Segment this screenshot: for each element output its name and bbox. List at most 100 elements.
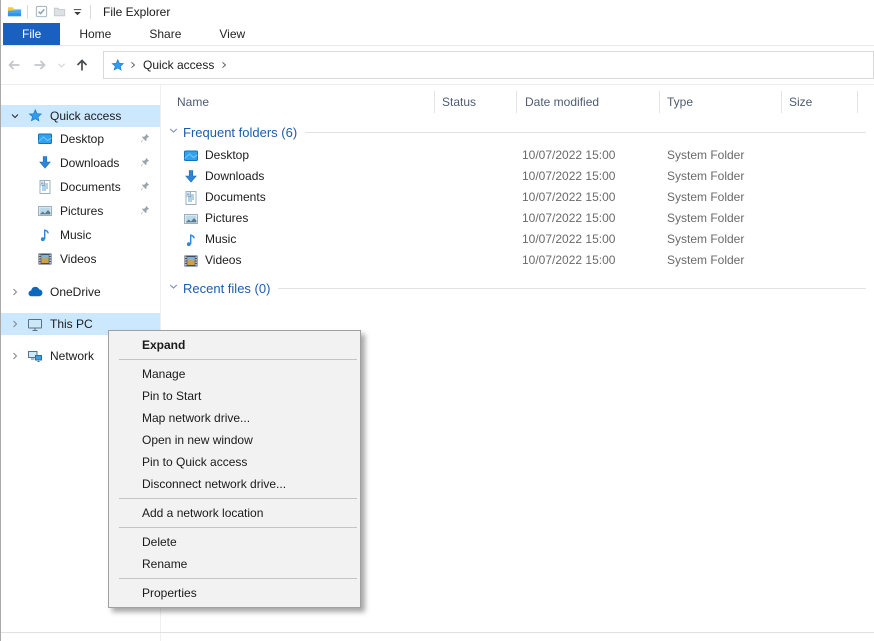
explorer-logo-icon [5, 3, 23, 20]
file-size-cell [781, 166, 858, 187]
chevron-down-icon[interactable] [9, 110, 27, 122]
file-date-cell: 10/07/2022 15:00 [516, 208, 659, 229]
quick-access-star-icon [110, 58, 125, 73]
new-folder-icon[interactable] [50, 3, 68, 20]
address-box[interactable]: Quick access [103, 51, 874, 79]
back-icon[interactable] [1, 52, 27, 78]
file-type-cell: System Folder [659, 250, 781, 271]
menu-separator [119, 578, 357, 579]
tab-view[interactable]: View [200, 23, 264, 45]
file-status-cell [434, 166, 516, 187]
sidebar-item-label: Documents [60, 180, 138, 194]
table-row-documents[interactable]: Documents10/07/2022 15:00System Folder [161, 187, 874, 208]
group-header-label: Frequent folders (6) [183, 125, 297, 140]
sidebar-item-pictures[interactable]: Pictures [1, 199, 160, 223]
pin-icon [138, 204, 152, 218]
sidebar-item-label: Desktop [60, 132, 138, 146]
tab-file[interactable]: File [3, 23, 60, 45]
file-name-cell: Videos [161, 250, 434, 271]
sidebar-item-label: Quick access [50, 109, 160, 123]
documents-icon [183, 190, 199, 206]
pin-icon [138, 180, 152, 194]
table-row-pictures[interactable]: Pictures10/07/2022 15:00System Folder [161, 208, 874, 229]
sidebar-item-label: Pictures [60, 204, 138, 218]
file-date-cell: 10/07/2022 15:00 [516, 229, 659, 250]
tab-home[interactable]: Home [60, 23, 130, 45]
chevron-right-icon[interactable] [9, 318, 27, 330]
group-rule [305, 132, 866, 133]
file-type-cell: System Folder [659, 166, 781, 187]
breadcrumb-quick-access[interactable]: Quick access [143, 58, 214, 72]
menu-item-pin-to-start[interactable]: Pin to Start [109, 385, 360, 407]
file-size-cell [781, 250, 858, 271]
file-date-cell: 10/07/2022 15:00 [516, 145, 659, 166]
up-icon[interactable] [69, 52, 95, 78]
group-chevron-icon[interactable] [167, 280, 183, 296]
sidebar-item-label: This PC [50, 317, 160, 331]
table-row-downloads[interactable]: Downloads10/07/2022 15:00System Folder [161, 166, 874, 187]
file-size-cell [781, 229, 858, 250]
group-chevron-icon[interactable] [167, 124, 183, 140]
menu-item-delete[interactable]: Delete [109, 531, 360, 553]
sidebar-item-documents[interactable]: Documents [1, 175, 160, 199]
quick-access-star-icon [27, 108, 43, 124]
titlebar-separator [90, 5, 91, 19]
sidebar-item-music[interactable]: Music [1, 223, 160, 247]
menu-item-manage[interactable]: Manage [109, 363, 360, 385]
tab-share[interactable]: Share [130, 23, 200, 45]
menu-item-rename[interactable]: Rename [109, 553, 360, 575]
group-rows: Desktop10/07/2022 15:00System FolderDown… [161, 145, 874, 271]
music-icon [183, 232, 199, 248]
file-name: Videos [205, 250, 241, 271]
menu-item-open-in-new-window[interactable]: Open in new window [109, 429, 360, 451]
sidebar-item-onedrive[interactable]: OneDrive [1, 281, 160, 303]
recent-locations-icon[interactable] [53, 52, 69, 78]
column-header-status[interactable]: Status [434, 91, 516, 113]
this-pc-icon [27, 316, 43, 332]
file-status-cell [434, 187, 516, 208]
menu-item-map-network-drive[interactable]: Map network drive... [109, 407, 360, 429]
file-size-cell [781, 187, 858, 208]
table-row-videos[interactable]: Videos 10/07/2022 15:00System Folder [161, 250, 874, 271]
customize-qat-icon[interactable] [68, 3, 86, 20]
column-header-size[interactable]: Size [781, 91, 858, 113]
sidebar-item-downloads[interactable]: Downloads [1, 151, 160, 175]
column-header-name[interactable]: Name [161, 91, 434, 113]
sidebar-item-videos[interactable]: Videos [1, 247, 160, 271]
table-row-music[interactable]: Music 10/07/2022 15:00System Folder [161, 229, 874, 250]
menu-item-pin-to-quick-access[interactable]: Pin to Quick access [109, 451, 360, 473]
breadcrumb-chevron-icon[interactable] [216, 59, 232, 71]
column-header-date-modified[interactable]: Date modified [516, 91, 659, 113]
file-status-cell [434, 250, 516, 271]
file-status-cell [434, 208, 516, 229]
group-header-recent-files-0-[interactable]: Recent files (0) [161, 277, 874, 299]
menu-item-properties[interactable]: Properties [109, 582, 360, 604]
menu-item-expand[interactable]: Expand [109, 334, 360, 356]
file-name: Music [205, 229, 236, 250]
group-header-label: Recent files (0) [183, 281, 270, 296]
address-bar: Quick access [1, 46, 874, 85]
menu-separator [119, 498, 357, 499]
file-date-cell: 10/07/2022 15:00 [516, 250, 659, 271]
chevron-right-icon[interactable] [9, 286, 27, 298]
chevron-right-icon[interactable] [9, 350, 27, 362]
sidebar-item-label: OneDrive [50, 285, 160, 299]
column-header-type[interactable]: Type [659, 91, 781, 113]
group-header-frequent-folders-6-[interactable]: Frequent folders (6) [161, 121, 874, 143]
file-type-cell: System Folder [659, 229, 781, 250]
this-pc-context-menu: Expand ManagePin to StartMap network driv… [108, 330, 361, 608]
sidebar-item-desktop[interactable]: Desktop [1, 127, 160, 151]
breadcrumb-chevron-icon[interactable] [125, 59, 141, 71]
menu-separator [119, 359, 357, 360]
sidebar-item-quick-access[interactable]: Quick access [1, 105, 160, 127]
forward-icon[interactable] [27, 52, 53, 78]
file-status-cell [434, 145, 516, 166]
sidebar-item-label: Music [60, 228, 160, 242]
file-date-cell: 10/07/2022 15:00 [516, 166, 659, 187]
table-row-desktop[interactable]: Desktop10/07/2022 15:00System Folder [161, 145, 874, 166]
status-bar-divider [1, 632, 874, 633]
menu-item-add-a-network-location[interactable]: Add a network location [109, 502, 360, 524]
properties-checkbox-icon[interactable] [32, 3, 50, 20]
file-list: Frequent folders (6) Desktop10/07/2022 15… [161, 121, 874, 299]
menu-item-disconnect-network-drive[interactable]: Disconnect network drive... [109, 473, 360, 495]
